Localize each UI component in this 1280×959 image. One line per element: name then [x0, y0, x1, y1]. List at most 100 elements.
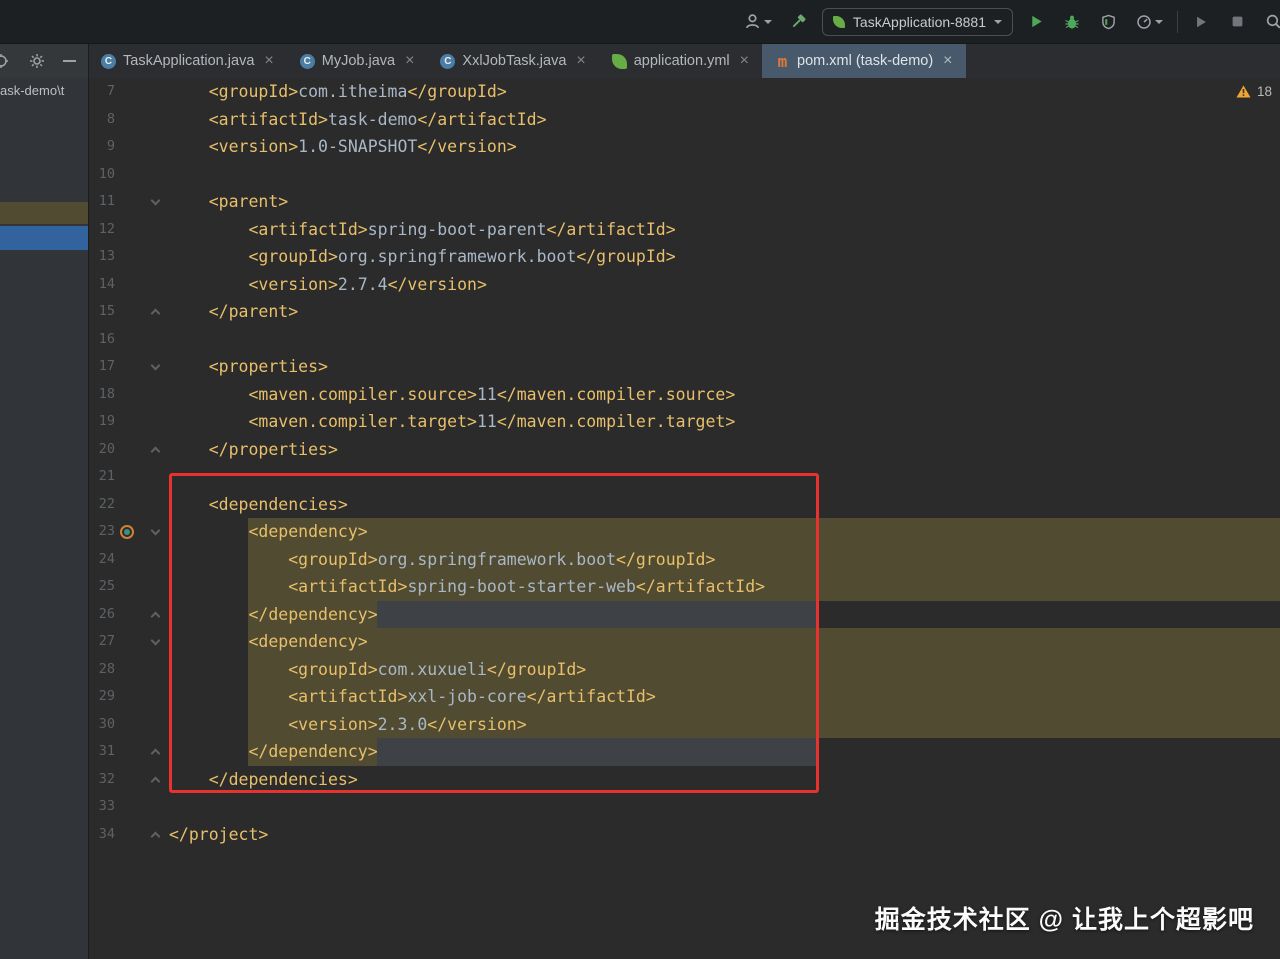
code-line-23[interactable]: 23 <dependency> [89, 518, 1280, 546]
run-config-selector[interactable]: TaskApplication-8881 [821, 7, 1013, 36]
code-line-30[interactable]: 30 <version>2.3.0</version> [89, 710, 1280, 739]
code-line-32[interactable]: 32 </dependencies> [89, 766, 1280, 794]
tab-application.yml[interactable]: application.yml × [599, 44, 762, 78]
code-line-21[interactable]: 21 [89, 463, 1280, 491]
hammer-icon [793, 14, 806, 28]
code-line-10[interactable]: 10 [89, 161, 1280, 189]
code-line-31[interactable]: 31 </dependency> [89, 738, 1280, 766]
line-number[interactable]: 19 [89, 408, 115, 436]
user-menu-button[interactable] [740, 9, 776, 35]
line-number[interactable]: 9 [89, 133, 115, 161]
stop-button-disabled[interactable] [1224, 9, 1250, 35]
line-number[interactable]: 21 [89, 463, 115, 491]
line-number[interactable]: 30 [89, 711, 115, 739]
run-button[interactable] [1023, 9, 1049, 35]
code-line-16[interactable]: 16 [89, 326, 1280, 354]
code-line-27[interactable]: 27 <dependency> [89, 628, 1280, 656]
code-text: </properties> [208, 439, 338, 459]
code-line-26[interactable]: 26 </dependency> [89, 600, 1280, 629]
line-number[interactable]: 23 [89, 518, 115, 546]
line-number[interactable]: 20 [89, 436, 115, 464]
code-line-29[interactable]: 29 <artifactId>xxl-job-core</artifactId> [89, 683, 1280, 711]
tab-xxljobtask.java[interactable]: C XxlJobTask.java × [427, 44, 598, 78]
line-number[interactable]: 11 [89, 188, 115, 216]
line-number[interactable]: 26 [89, 601, 115, 629]
line-number[interactable]: 12 [89, 216, 115, 244]
code-line-22[interactable]: 22 <dependencies> [89, 491, 1280, 519]
line-number[interactable]: 14 [89, 271, 115, 299]
profiler-button[interactable] [1131, 9, 1167, 35]
line-number[interactable]: 25 [89, 573, 115, 601]
code-line-12[interactable]: 12 <artifactId>spring-boot-parent</artif… [89, 216, 1280, 244]
code-line-14[interactable]: 14 <version>2.7.4</version> [89, 271, 1280, 299]
line-number[interactable]: 24 [89, 546, 115, 574]
code-line-11[interactable]: 11 <parent> [89, 188, 1280, 216]
panel-divider[interactable] [88, 44, 89, 959]
line-number[interactable]: 32 [89, 766, 115, 794]
fold-collapse-icon[interactable] [150, 195, 161, 206]
line-number[interactable]: 34 [89, 821, 115, 849]
line-number[interactable]: 22 [89, 491, 115, 519]
line-number[interactable]: 13 [89, 243, 115, 271]
code-line-28[interactable]: 28 <groupId>com.xuxueli</groupId> [89, 655, 1280, 684]
tree-row-highlighted[interactable] [0, 202, 88, 224]
code-line-15[interactable]: 15 </parent> [89, 298, 1280, 326]
line-number[interactable]: 10 [89, 161, 115, 189]
code-line-13[interactable]: 13 <groupId>org.springframework.boot</gr… [89, 243, 1280, 271]
code-text: </dependencies> [208, 769, 358, 789]
line-number[interactable]: 16 [89, 326, 115, 354]
line-number[interactable]: 17 [89, 353, 115, 381]
code-line-17[interactable]: 17 <properties> [89, 353, 1280, 381]
gear-icon[interactable] [29, 53, 45, 69]
close-icon[interactable]: × [264, 53, 273, 69]
code-line-33[interactable]: 33 [89, 793, 1280, 821]
fold-end-icon[interactable] [150, 748, 161, 759]
fold-collapse-icon[interactable] [150, 525, 161, 536]
tab-taskapplication.java[interactable]: C TaskApplication.java × [88, 44, 287, 78]
inspections-widget[interactable]: 18 [1236, 84, 1272, 99]
debug-button[interactable] [1059, 9, 1085, 35]
line-number[interactable]: 29 [89, 683, 115, 711]
code-line-7[interactable]: 7 <groupId>com.itheima</groupId> [89, 78, 1280, 106]
code-line-20[interactable]: 20 </properties> [89, 436, 1280, 464]
tree-row-selected[interactable] [0, 226, 88, 250]
fold-collapse-icon[interactable] [150, 635, 161, 646]
project-panel-sliver[interactable]: ask-demo\t [0, 78, 88, 959]
line-number[interactable]: 28 [89, 656, 115, 684]
line-number[interactable]: 33 [89, 793, 115, 821]
search-everywhere-button[interactable] [1260, 9, 1280, 35]
fold-end-icon[interactable] [150, 308, 161, 319]
locate-target-icon[interactable] [0, 53, 9, 69]
run-with-coverage-button[interactable] [1095, 9, 1121, 35]
line-number[interactable]: 27 [89, 628, 115, 656]
fold-end-icon[interactable] [150, 611, 161, 621]
close-icon[interactable]: × [405, 53, 414, 69]
fold-collapse-icon[interactable] [150, 360, 161, 371]
fold-end-icon[interactable] [150, 776, 161, 786]
gutter-icon[interactable] [120, 525, 134, 539]
code-line-18[interactable]: 18 <maven.compiler.source>11</maven.comp… [89, 381, 1280, 409]
tab-pom.xml-task-demo-[interactable]: m pom.xml (task-demo) × [762, 44, 966, 78]
close-icon[interactable]: × [943, 53, 952, 69]
code-line-19[interactable]: 19 <maven.compiler.target>11</maven.comp… [89, 408, 1280, 436]
line-number[interactable]: 18 [89, 381, 115, 409]
close-icon[interactable]: × [740, 53, 749, 69]
tab-myjob.java[interactable]: C MyJob.java × [287, 44, 428, 78]
line-number[interactable]: 8 [89, 106, 115, 134]
hide-panel-icon[interactable] [63, 60, 76, 62]
line-number[interactable]: 31 [89, 738, 115, 766]
code-line-24[interactable]: 24 <groupId>org.springframework.boot</gr… [89, 545, 1280, 574]
line-number[interactable]: 15 [89, 298, 115, 326]
fold-end-icon[interactable] [150, 446, 161, 456]
code-line-9[interactable]: 9 <version>1.0-SNAPSHOT</version> [89, 133, 1280, 161]
play-icon [1197, 16, 1206, 27]
rerun-button-disabled[interactable] [1188, 9, 1214, 35]
fold-end-icon[interactable] [150, 831, 161, 841]
close-icon[interactable]: × [576, 53, 585, 69]
code-line-34[interactable]: 34 </project> [89, 821, 1280, 849]
code-line-25[interactable]: 25 <artifactId>spring-boot-starter-web</… [89, 573, 1280, 601]
code-editor[interactable]: 7 <groupId>com.itheima</groupId> 8 <artif… [89, 78, 1280, 959]
code-line-8[interactable]: 8 <artifactId>task-demo</artifactId> [89, 106, 1280, 134]
build-project-button[interactable] [786, 9, 812, 35]
line-number[interactable]: 7 [89, 78, 115, 106]
